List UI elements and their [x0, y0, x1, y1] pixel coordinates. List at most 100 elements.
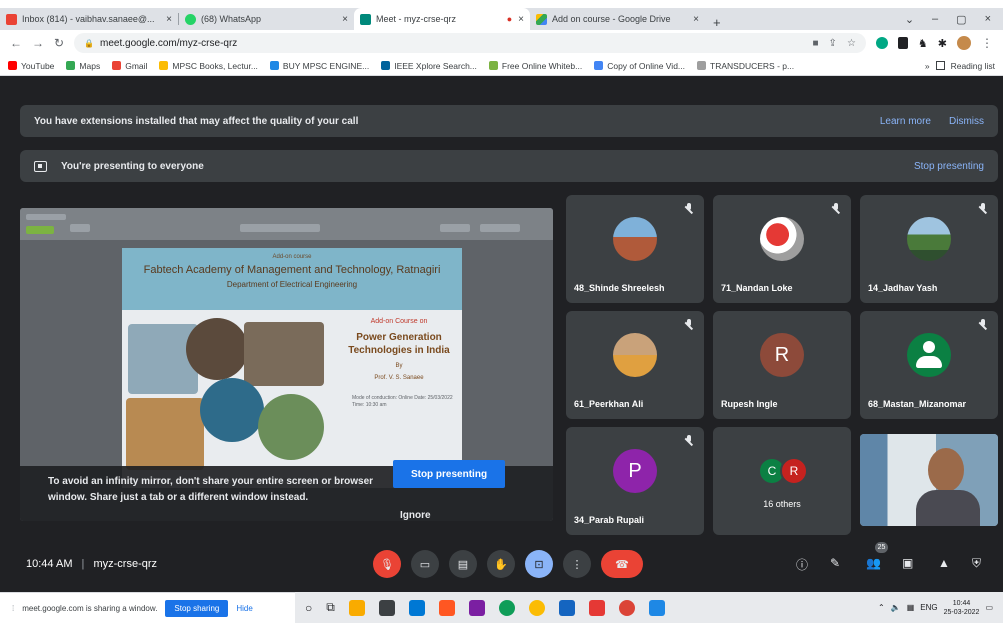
- bookmark-star-icon[interactable]: ☆: [847, 38, 856, 49]
- slide-author: Prof. V. S. Sanaee: [374, 375, 424, 381]
- chrome-icon[interactable]: [528, 599, 545, 616]
- volume-icon[interactable]: 🔈: [891, 603, 901, 612]
- store-icon[interactable]: [378, 599, 395, 616]
- stop-presenting-link[interactable]: Stop presenting: [914, 161, 984, 172]
- bookmark-mpsc-engine[interactable]: BUY MPSC ENGINE...: [269, 60, 370, 71]
- info-icon[interactable]: ⓘ: [796, 556, 808, 573]
- sharing-notification-bar: ⁞ meet.google.com is sharing a window. S…: [0, 592, 295, 623]
- menu-icon[interactable]: ⋮: [981, 36, 993, 50]
- bookmark-maps[interactable]: Maps: [66, 61, 100, 71]
- present-screen-icon: ⊡: [534, 558, 544, 571]
- file-explorer-icon[interactable]: [348, 599, 365, 616]
- participant-tile[interactable]: P 34_Parab Rupali: [566, 427, 704, 535]
- tab-close-icon[interactable]: ×: [166, 14, 172, 25]
- app-icon[interactable]: [468, 599, 485, 616]
- presenting-banner-text: You're presenting to everyone: [61, 160, 204, 172]
- new-tab-button[interactable]: +: [705, 15, 729, 30]
- notifications-icon[interactable]: ▭: [985, 603, 993, 612]
- chat-icon[interactable]: ▣: [902, 556, 913, 570]
- extension-icon[interactable]: ♞: [918, 37, 928, 50]
- activities-icon[interactable]: ✎: [830, 556, 840, 570]
- forward-icon[interactable]: →: [32, 36, 44, 50]
- more-vert-icon: ⋮: [571, 558, 583, 571]
- bookmark-youtube[interactable]: YouTube: [8, 61, 54, 71]
- bookmark-whiteboard[interactable]: Free Online Whiteb...: [488, 61, 582, 71]
- bookmark-gmail[interactable]: Gmail: [112, 61, 147, 71]
- tab-close-icon[interactable]: ×: [342, 14, 348, 25]
- tray-chevron-icon[interactable]: ⌃: [878, 603, 885, 612]
- bookmark-online-video[interactable]: Copy of Online Vid...: [594, 61, 685, 71]
- tab-meet[interactable]: Meet - myz-crse-qrz ● ×: [354, 8, 530, 30]
- grip-icon: ⁞: [12, 603, 15, 613]
- photos-icon[interactable]: [648, 599, 665, 616]
- extension-icon[interactable]: [875, 37, 888, 49]
- participant-name: 14_Jadhav Yash: [868, 283, 938, 293]
- language-indicator[interactable]: ENG: [920, 603, 937, 612]
- participant-tile[interactable]: 14_Jadhav Yash: [860, 195, 998, 303]
- camera-in-use-icon[interactable]: ■: [813, 38, 819, 49]
- taskbar-clock[interactable]: 10:44 25-03-2022: [944, 599, 980, 617]
- camera-toggle-button[interactable]: ▭: [411, 550, 439, 578]
- app-icon[interactable]: [588, 599, 605, 616]
- ignore-button[interactable]: Ignore: [400, 510, 431, 521]
- participant-tile[interactable]: R Rupesh Ingle: [713, 311, 851, 419]
- tab-gmail[interactable]: Inbox (814) - vaibhav.sanaee@... ×: [0, 8, 178, 30]
- edge-icon[interactable]: [498, 599, 515, 616]
- activities-shapes-icon[interactable]: ▲: [938, 556, 950, 570]
- tab-close-icon[interactable]: ×: [693, 14, 699, 25]
- back-icon[interactable]: ←: [10, 36, 22, 50]
- chrome-icon[interactable]: [618, 599, 635, 616]
- system-tray: ⌃ 🔈 ▦ ENG 10:44 25-03-2022 ▭: [878, 599, 993, 617]
- reload-icon[interactable]: ↻: [54, 36, 64, 50]
- ieee-icon: [381, 61, 391, 70]
- mic-off-icon: 🎙: [380, 558, 394, 571]
- extension-icon[interactable]: [897, 37, 908, 49]
- more-options-button[interactable]: ⋮: [563, 550, 591, 578]
- learn-more-link[interactable]: Learn more: [880, 116, 931, 127]
- close-window-button[interactable]: ×: [985, 13, 991, 25]
- bookmark-ieee[interactable]: IEEE Xplore Search...: [381, 61, 477, 71]
- participant-tile[interactable]: 68_Mastan_Mizanomar: [860, 311, 998, 419]
- tab-whatsapp[interactable]: (68) WhatsApp ×: [179, 8, 354, 30]
- mail-icon[interactable]: [408, 599, 425, 616]
- bookmark-transducers[interactable]: TRANSDUCERS - p...: [697, 61, 794, 71]
- share-icon[interactable]: ⇪: [829, 38, 837, 49]
- raise-hand-button[interactable]: ✋: [487, 550, 515, 578]
- search-icon[interactable]: ○: [305, 601, 312, 615]
- stop-presenting-button[interactable]: Stop presenting: [393, 460, 505, 488]
- captions-button[interactable]: ▤: [449, 550, 477, 578]
- present-button[interactable]: ⊡: [525, 550, 553, 578]
- bookmark-label: BUY MPSC ENGINE...: [282, 60, 370, 71]
- leave-call-button[interactable]: ☎: [601, 550, 643, 578]
- hide-button[interactable]: Hide: [236, 604, 252, 613]
- mic-toggle-button[interactable]: 🎙: [373, 550, 401, 578]
- slide-photo: [258, 394, 324, 460]
- network-icon[interactable]: ▦: [907, 603, 915, 612]
- app-icon[interactable]: [438, 599, 455, 616]
- app-icon[interactable]: [558, 599, 575, 616]
- dismiss-button[interactable]: Dismiss: [949, 116, 984, 127]
- task-view-icon[interactable]: ⧉: [326, 600, 335, 615]
- minimize-button[interactable]: –: [932, 13, 938, 25]
- reading-list-button[interactable]: Reading list: [951, 61, 995, 71]
- bookmark-mpsc-books[interactable]: MPSC Books, Lectur...: [159, 61, 258, 71]
- more-bookmarks-icon[interactable]: »: [925, 61, 930, 71]
- self-view[interactable]: [860, 434, 998, 526]
- puzzle-icon[interactable]: ✱: [938, 37, 947, 50]
- others-tile[interactable]: C R 16 others: [713, 427, 851, 535]
- youtube-icon: [8, 61, 17, 70]
- stop-sharing-button[interactable]: Stop sharing: [165, 599, 229, 617]
- avatar[interactable]: [957, 36, 971, 50]
- tab-drive[interactable]: Add on course - Google Drive ×: [530, 8, 705, 30]
- host-controls-icon[interactable]: ⛨: [972, 556, 981, 571]
- address-bar[interactable]: 🔒 meet.google.com/myz-crse-qrz ■ ⇪ ☆: [74, 33, 866, 53]
- tab-search-icon[interactable]: ⌄: [905, 13, 914, 26]
- participant-tile[interactable]: 71_Nandan Loke: [713, 195, 851, 303]
- self-view-face: [928, 448, 964, 492]
- avatar: R: [780, 457, 808, 485]
- participant-tile[interactable]: 48_Shinde Shreelesh: [566, 195, 704, 303]
- people-icon[interactable]: 👥: [866, 556, 881, 570]
- tab-close-icon[interactable]: ×: [518, 14, 524, 25]
- maximize-button[interactable]: ▢: [956, 13, 966, 26]
- participant-tile[interactable]: 61_Peerkhan Ali: [566, 311, 704, 419]
